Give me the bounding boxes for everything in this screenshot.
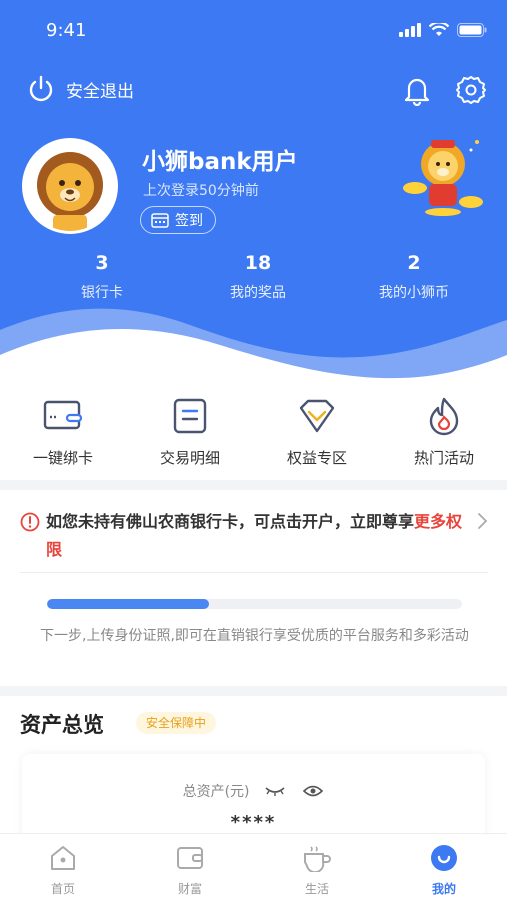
quick-actions: 一键绑卡 交易明细 权益专区 热门活动 <box>0 385 507 480</box>
tab-label: 首页 <box>50 882 75 896</box>
checkin-label: 签到 <box>175 213 203 229</box>
top-bar: 安全退出 <box>0 72 507 112</box>
notification-button[interactable] <box>401 74 433 110</box>
stat-label: 我的奖品 <box>230 285 286 301</box>
notice-text: 如您未持有佛山农商银行卡，可点击开户，立即尊享更多权限 <box>46 508 466 564</box>
quick-hot-events[interactable]: 热门活动 <box>381 393 507 468</box>
asset-card: 总资产(元) **** <box>22 754 485 844</box>
verification-progress <box>47 599 462 609</box>
eye-icon[interactable] <box>302 784 324 798</box>
tab-wealth[interactable]: 财富 <box>127 844 253 897</box>
tab-label: 我的 <box>431 882 456 896</box>
stat-lion-coins[interactable]: 2 我的小狮币 <box>344 252 484 302</box>
security-badge: 安全保障中 <box>136 712 217 734</box>
calendar-icon <box>151 213 169 228</box>
stat-value: 18 <box>244 252 272 274</box>
tab-label: 生活 <box>304 882 329 896</box>
total-assets-value: **** <box>230 812 277 833</box>
wifi-icon <box>429 23 449 36</box>
tab-home[interactable]: 首页 <box>0 844 126 897</box>
settings-button[interactable] <box>455 74 487 110</box>
quick-label: 热门活动 <box>413 449 474 467</box>
stat-label: 银行卡 <box>81 285 123 301</box>
stat-value: 2 <box>407 252 421 274</box>
tab-mine[interactable]: 我的 <box>381 844 507 897</box>
tab-bar: 首页 财富 生活 我的 <box>0 833 507 900</box>
bell-icon <box>404 78 430 107</box>
quick-bind-card[interactable]: 一键绑卡 <box>0 393 126 468</box>
notice-divider <box>20 572 488 573</box>
lion-mascot-icon <box>403 140 483 216</box>
username: 小狮bank用户 <box>142 149 298 175</box>
stat-value: 3 <box>95 252 109 274</box>
home-icon <box>51 846 75 870</box>
battery-icon <box>457 23 487 37</box>
checkin-button[interactable]: 签到 <box>140 206 216 234</box>
stats-row: 3 银行卡 18 我的奖品 2 我的小狮币 <box>0 252 507 312</box>
card-link-icon <box>43 400 83 430</box>
last-login-time: 上次登录50分钟前 <box>143 183 259 199</box>
total-assets-row: 总资产(元) <box>22 781 485 801</box>
wallet-icon <box>177 847 203 869</box>
profile-header: 9:41 安全退出 小狮bank用户 上次登录50分钟前 签到 3 银行卡 18… <box>0 0 507 385</box>
gear-icon <box>456 76 486 104</box>
coffee-icon <box>304 846 331 874</box>
avatar[interactable] <box>22 138 118 234</box>
profile-icon <box>431 845 457 871</box>
stat-bank-cards[interactable]: 3 银行卡 <box>32 252 172 302</box>
stat-label: 我的小狮币 <box>379 285 449 301</box>
stat-prizes[interactable]: 18 我的奖品 <box>188 252 328 302</box>
tab-life[interactable]: 生活 <box>254 844 380 897</box>
header-wave <box>0 308 507 385</box>
signal-icon <box>399 23 421 37</box>
assets-title: 资产总览 <box>20 713 104 737</box>
quick-benefits[interactable]: 权益专区 <box>254 393 380 468</box>
quick-label: 一键绑卡 <box>32 449 93 467</box>
tab-label: 财富 <box>177 882 202 896</box>
logout-button[interactable]: 安全退出 <box>26 74 134 104</box>
diamond-icon <box>299 399 335 433</box>
account-notice: 如您未持有佛山农商银行卡，可点击开户，立即尊享更多权限 下一步,上传身份证照,即… <box>0 490 507 686</box>
quick-label: 权益专区 <box>286 449 347 467</box>
mascot-illustration <box>401 128 485 220</box>
eye-closed-icon[interactable] <box>264 784 286 798</box>
lion-avatar-icon <box>25 141 115 231</box>
logout-label: 安全退出 <box>66 81 134 102</box>
warning-icon <box>20 512 40 532</box>
assets-overview: 资产总览 安全保障中 总资产(元) **** <box>0 696 507 844</box>
system-icons <box>399 23 487 37</box>
list-icon <box>173 398 207 434</box>
flame-icon <box>429 397 459 436</box>
total-assets-label: 总资产(元) <box>182 784 250 800</box>
power-icon <box>29 75 53 102</box>
next-step-text: 下一步,上传身份证照,即可在直销银行享受优质的平台服务和多彩活动 <box>40 628 469 644</box>
status-time: 9:41 <box>46 20 87 41</box>
quick-transactions[interactable]: 交易明细 <box>127 393 253 468</box>
notice-main-text: 如您未持有佛山农商银行卡，可点击开户，立即尊享 <box>46 512 415 531</box>
status-bar: 9:41 <box>0 20 507 46</box>
progress-fill <box>47 599 209 609</box>
chevron-right-icon <box>478 513 488 529</box>
quick-label: 交易明细 <box>159 449 220 467</box>
